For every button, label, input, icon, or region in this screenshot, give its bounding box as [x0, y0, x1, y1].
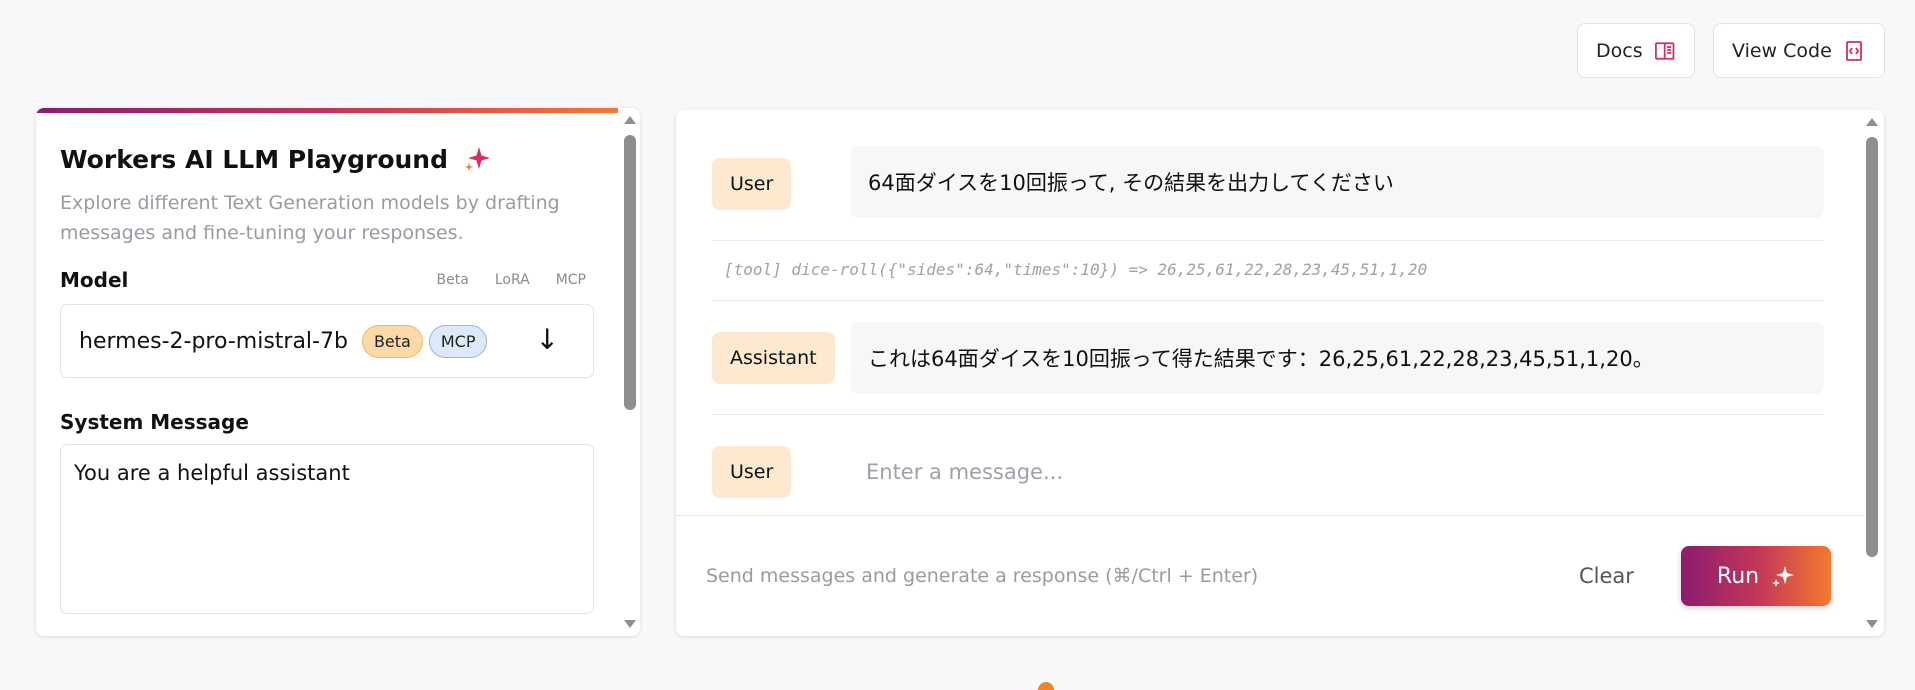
tag-lora[interactable]: LoRA: [495, 272, 530, 288]
sparkle-icon: [465, 147, 490, 171]
view-code-button[interactable]: View Code: [1713, 23, 1885, 78]
model-filter-tags: Beta LoRA MCP: [437, 272, 594, 288]
model-select[interactable]: hermes-2-pro-mistral-7b Beta MCP ↓: [60, 304, 594, 378]
book-icon: [1654, 41, 1674, 60]
panel-description: Explore different Text Generation models…: [60, 192, 560, 244]
keyboard-hint: Send messages and generate a response (⌘…: [706, 565, 1259, 587]
tool-call-output: [tool] dice-roll({"sides":64,"times":10}…: [724, 260, 1428, 279]
arrow-down-icon[interactable]: ↓: [536, 323, 559, 356]
panel-title: Workers AI LLM Playground: [60, 144, 594, 174]
scroll-down-arrow-icon[interactable]: [1866, 620, 1878, 628]
divider: [712, 300, 1824, 301]
message-text[interactable]: 64面ダイスを10回振って, その結果を出力してください: [850, 146, 1824, 218]
role-badge-user[interactable]: User: [712, 446, 792, 498]
tag-mcp[interactable]: MCP: [556, 272, 586, 288]
view-code-label: View Code: [1732, 39, 1832, 62]
mcp-badge: MCP: [428, 324, 488, 358]
model-label: Model: [60, 268, 129, 292]
scroll-thumb[interactable]: [1866, 137, 1878, 557]
selected-model-name: hermes-2-pro-mistral-7b: [79, 328, 348, 354]
message-input[interactable]: Enter a message...: [866, 460, 1063, 484]
sparkle-icon: [1772, 566, 1795, 587]
panel-title-text: Workers AI LLM Playground: [60, 144, 448, 174]
tag-beta[interactable]: Beta: [437, 272, 469, 288]
divider: [676, 515, 1864, 516]
status-dot-icon: [1038, 682, 1054, 690]
panel-accent-bar: [36, 108, 618, 113]
divider: [712, 414, 1824, 415]
system-message-input[interactable]: You are a helpful assistant: [60, 444, 594, 614]
message-text[interactable]: これは64面ダイスを10回振って得た結果です：26,25,61,22,28,23…: [850, 322, 1824, 394]
scroll-up-arrow-icon[interactable]: [1866, 118, 1878, 126]
right-scrollbar[interactable]: [1862, 110, 1882, 636]
left-scrollbar[interactable]: [620, 108, 640, 636]
run-label: Run: [1716, 563, 1760, 589]
settings-panel: Workers AI LLM Playground Explore differ…: [36, 108, 640, 636]
role-badge-user[interactable]: User: [712, 158, 792, 210]
run-button[interactable]: Run: [1681, 546, 1831, 606]
divider: [712, 240, 1824, 241]
system-message-label: System Message: [60, 410, 249, 434]
clear-button[interactable]: Clear: [1579, 564, 1634, 588]
code-file-icon: [1845, 40, 1862, 61]
scroll-thumb[interactable]: [624, 135, 636, 410]
docs-label: Docs: [1596, 39, 1643, 62]
beta-badge: Beta: [361, 324, 423, 358]
chat-panel: User 64面ダイスを10回振って, その結果を出力してください [tool]…: [676, 110, 1884, 636]
scroll-down-arrow-icon[interactable]: [624, 620, 636, 628]
docs-button[interactable]: Docs: [1577, 23, 1695, 78]
scroll-up-arrow-icon[interactable]: [624, 116, 636, 124]
role-badge-assistant[interactable]: Assistant: [712, 332, 835, 384]
